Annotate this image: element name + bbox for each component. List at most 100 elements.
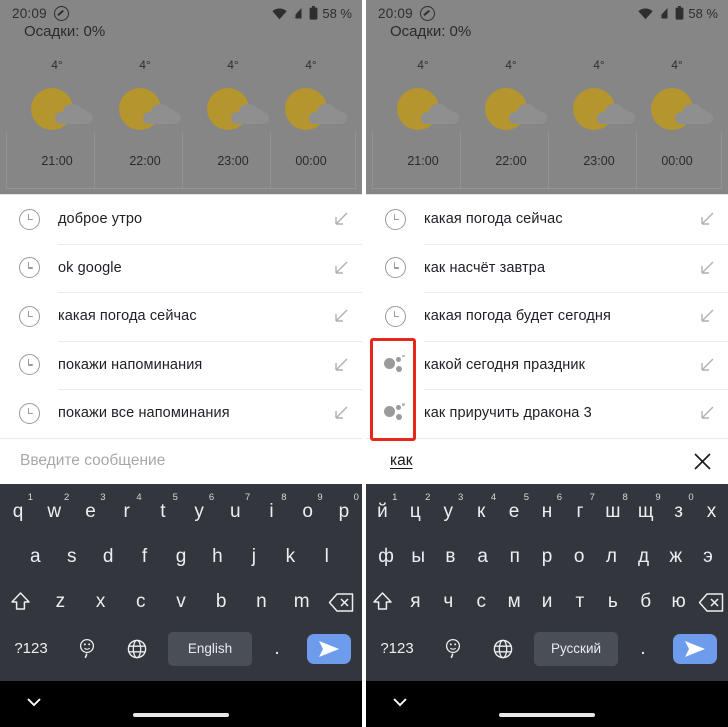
arrow-down-left-icon[interactable] bbox=[686, 357, 728, 373]
message-input-bar[interactable]: как bbox=[366, 437, 728, 484]
suggestion-row[interactable]: какая погода сейчас bbox=[0, 292, 362, 341]
message-input[interactable]: Введите сообщение bbox=[0, 452, 362, 470]
key-t[interactable]: 5t bbox=[145, 490, 181, 535]
key-ч[interactable]: ч bbox=[432, 580, 465, 625]
key-д[interactable]: д bbox=[627, 535, 659, 580]
key-l[interactable]: l bbox=[309, 535, 345, 580]
key-ц[interactable]: 2ц bbox=[399, 490, 432, 535]
key-f[interactable]: f bbox=[126, 535, 162, 580]
key-z[interactable]: z bbox=[40, 580, 80, 625]
key-ю[interactable]: ю bbox=[662, 580, 695, 625]
key-ш[interactable]: 8ш bbox=[596, 490, 629, 535]
shift-icon[interactable] bbox=[366, 580, 399, 625]
home-indicator[interactable] bbox=[499, 713, 595, 717]
key-к[interactable]: 4к bbox=[465, 490, 498, 535]
key-w[interactable]: 2w bbox=[36, 490, 72, 535]
suggestion-row[interactable]: как приручить дракона 3 bbox=[366, 389, 728, 438]
arrow-down-left-icon[interactable] bbox=[686, 308, 728, 324]
key-б[interactable]: б bbox=[629, 580, 662, 625]
key-о[interactable]: о bbox=[563, 535, 595, 580]
key-p[interactable]: 0p bbox=[326, 490, 362, 535]
arrow-down-left-icon[interactable] bbox=[320, 308, 362, 324]
backspace-icon[interactable] bbox=[695, 580, 728, 625]
message-input[interactable]: как bbox=[366, 452, 676, 470]
key-щ[interactable]: 9щ bbox=[629, 490, 662, 535]
key-у[interactable]: 3у bbox=[432, 490, 465, 535]
key-h[interactable]: h bbox=[199, 535, 235, 580]
symbols-key[interactable]: ?123 bbox=[366, 640, 428, 657]
key-и[interactable]: и bbox=[531, 580, 564, 625]
keyboard-english[interactable]: 1q 2w 3e 4r 5t 6y 7u 8i 9o 0p a s d f g … bbox=[0, 483, 362, 681]
key-ф[interactable]: ф bbox=[370, 535, 402, 580]
suggestion-row[interactable]: какая погода будет сегодня bbox=[366, 292, 728, 341]
chevron-down-icon[interactable] bbox=[392, 695, 408, 713]
key-ы[interactable]: ы bbox=[402, 535, 434, 580]
key-u[interactable]: 7u bbox=[217, 490, 253, 535]
suggestion-row[interactable]: доброе утро bbox=[0, 195, 362, 244]
home-indicator[interactable] bbox=[133, 713, 229, 717]
key-i[interactable]: 8i bbox=[253, 490, 289, 535]
key-d[interactable]: d bbox=[90, 535, 126, 580]
key-х[interactable]: х bbox=[695, 490, 728, 535]
key-a[interactable]: a bbox=[17, 535, 53, 580]
emoji-icon[interactable] bbox=[428, 637, 478, 661]
arrow-down-left-icon[interactable] bbox=[320, 405, 362, 421]
key-я[interactable]: я bbox=[399, 580, 432, 625]
key-s[interactable]: s bbox=[53, 535, 89, 580]
key-й[interactable]: 1й bbox=[366, 490, 399, 535]
space-key[interactable]: Русский bbox=[534, 631, 618, 666]
suggestion-row[interactable]: какая погода сейчас bbox=[366, 195, 728, 244]
globe-icon[interactable] bbox=[112, 638, 162, 660]
globe-icon[interactable] bbox=[478, 638, 528, 660]
key-k[interactable]: k bbox=[272, 535, 308, 580]
key-п[interactable]: п bbox=[499, 535, 531, 580]
send-button[interactable] bbox=[662, 633, 728, 664]
arrow-down-left-icon[interactable] bbox=[686, 211, 728, 227]
key-ж[interactable]: ж bbox=[660, 535, 692, 580]
suggestion-row[interactable]: как насчёт завтра bbox=[366, 243, 728, 292]
suggestion-row[interactable]: покажи напоминания bbox=[0, 340, 362, 389]
key-v[interactable]: v bbox=[161, 580, 201, 625]
emoji-icon[interactable] bbox=[62, 637, 112, 661]
arrow-down-left-icon[interactable] bbox=[320, 260, 362, 276]
key-m[interactable]: m bbox=[282, 580, 322, 625]
key-в[interactable]: в bbox=[434, 535, 466, 580]
key-j[interactable]: j bbox=[236, 535, 272, 580]
key-o[interactable]: 9o bbox=[290, 490, 326, 535]
key-р[interactable]: р bbox=[531, 535, 563, 580]
chevron-down-icon[interactable] bbox=[26, 695, 42, 713]
shift-icon[interactable] bbox=[0, 580, 40, 625]
key-с[interactable]: с bbox=[465, 580, 498, 625]
key-н[interactable]: 6н bbox=[531, 490, 564, 535]
close-icon[interactable] bbox=[676, 452, 728, 471]
keyboard-russian[interactable]: 1й 2ц 3у 4к 5е 6н 7г 8ш 9щ 0з х ф ы в а … bbox=[366, 483, 728, 681]
key-x[interactable]: x bbox=[80, 580, 120, 625]
key-q[interactable]: 1q bbox=[0, 490, 36, 535]
arrow-down-left-icon[interactable] bbox=[686, 405, 728, 421]
key-r[interactable]: 4r bbox=[109, 490, 145, 535]
key-e[interactable]: 3e bbox=[72, 490, 108, 535]
key-b[interactable]: b bbox=[201, 580, 241, 625]
suggestion-row[interactable]: какой сегодня праздник bbox=[366, 340, 728, 389]
key-c[interactable]: c bbox=[121, 580, 161, 625]
suggestion-row[interactable]: ok google bbox=[0, 243, 362, 292]
key-а[interactable]: а bbox=[467, 535, 499, 580]
send-button[interactable] bbox=[296, 633, 362, 664]
key-е[interactable]: 5е bbox=[498, 490, 531, 535]
key-n[interactable]: n bbox=[241, 580, 281, 625]
backspace-icon[interactable] bbox=[322, 580, 362, 625]
symbols-key[interactable]: ?123 bbox=[0, 640, 62, 657]
key-g[interactable]: g bbox=[163, 535, 199, 580]
key-ь[interactable]: ь bbox=[596, 580, 629, 625]
message-input-bar[interactable]: Введите сообщение bbox=[0, 437, 362, 484]
suggestion-row[interactable]: покажи все напоминания bbox=[0, 389, 362, 438]
key-т[interactable]: т bbox=[563, 580, 596, 625]
key-л[interactable]: л bbox=[595, 535, 627, 580]
arrow-down-left-icon[interactable] bbox=[686, 260, 728, 276]
period-key[interactable]: . bbox=[624, 638, 662, 660]
key-м[interactable]: м bbox=[498, 580, 531, 625]
key-г[interactable]: 7г bbox=[563, 490, 596, 535]
key-э[interactable]: э bbox=[692, 535, 724, 580]
space-key[interactable]: English bbox=[168, 631, 252, 666]
key-y[interactable]: 6y bbox=[181, 490, 217, 535]
